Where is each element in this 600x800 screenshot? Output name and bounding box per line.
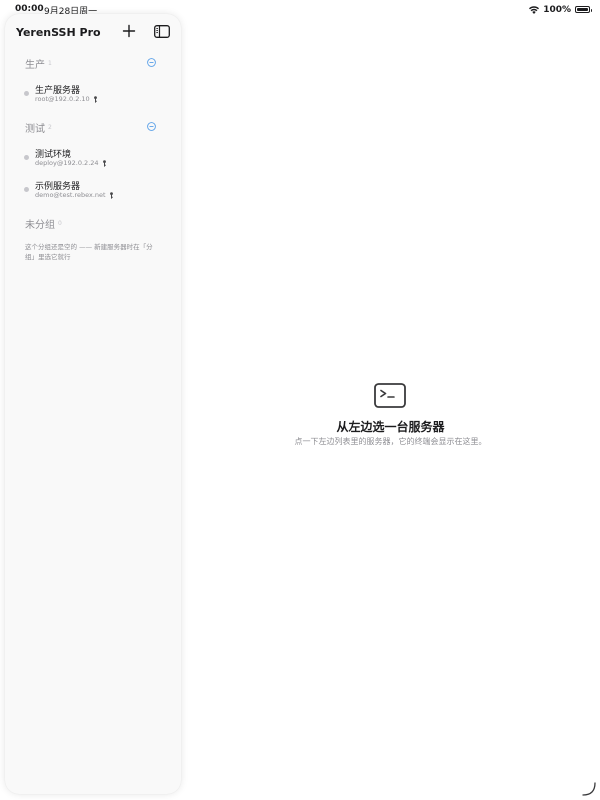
group-header-production[interactable]: 生产 1 (25, 56, 52, 71)
empty-state-subtitle: 点一下左边列表里的服务器，它的终端会显示在这里。 (294, 437, 487, 446)
group-count: 1 (48, 60, 52, 67)
group-name: 未分组 (25, 220, 55, 231)
app-title: YerenSSH Pro (16, 26, 101, 39)
server-address-text: demo@test.rebex.net (35, 191, 106, 199)
server-address-text: root@192.0.2.10 (35, 95, 90, 103)
group-header-testing[interactable]: 测试 2 (25, 120, 52, 135)
empty-state-title: 从左边选一台服务器 (336, 420, 445, 434)
resize-corner-handle[interactable] (582, 782, 596, 796)
resize-corner-icon (582, 782, 596, 796)
terminal-icon-wrapper (374, 383, 406, 408)
status-dot (24, 155, 29, 160)
group-collapse-button[interactable] (147, 58, 156, 67)
add-server-button[interactable] (122, 24, 136, 38)
main-panel: 从左边选一台服务器 点一下左边列表里的服务器，它的终端会显示在这里。 (181, 0, 600, 800)
group-header-ungrouped[interactable]: 未分组 0 (25, 216, 62, 231)
group-count: 2 (48, 124, 52, 131)
minus-circle-icon (147, 122, 156, 131)
group-name: 测试 (25, 124, 45, 135)
server-item[interactable]: 测试环境 deploy@192.0.2.24 (24, 147, 174, 169)
server-item[interactable]: 生产服务器 root@192.0.2.10 (24, 83, 174, 105)
server-address: root@192.0.2.10 (35, 95, 98, 103)
key-icon (109, 191, 113, 199)
status-time: 00:00 (15, 4, 44, 14)
sidebar-toggle-button[interactable] (154, 25, 170, 38)
key-icon (93, 95, 97, 103)
group-name: 生产 (25, 60, 45, 71)
terminal-icon (374, 383, 406, 408)
server-address-text: deploy@192.0.2.24 (35, 159, 99, 167)
sidebar-icon (154, 25, 170, 38)
status-dot (24, 187, 29, 192)
empty-group-hint: 这个分组还是空的 —— 新建服务器时在「分组」里选它就行 (25, 243, 153, 261)
group-collapse-button[interactable] (147, 122, 156, 131)
server-address: demo@test.rebex.net (35, 191, 114, 199)
key-icon (102, 159, 106, 167)
server-item[interactable]: 示例服务器 demo@test.rebex.net (24, 179, 174, 201)
sidebar: YerenSSH Pro 生产 1 生产服务器 root@192.0.2.10 (5, 14, 181, 794)
minus-circle-icon (147, 58, 156, 67)
group-count: 0 (58, 220, 62, 227)
server-address: deploy@192.0.2.24 (35, 159, 107, 167)
plus-icon (122, 24, 136, 38)
status-dot (24, 91, 29, 96)
